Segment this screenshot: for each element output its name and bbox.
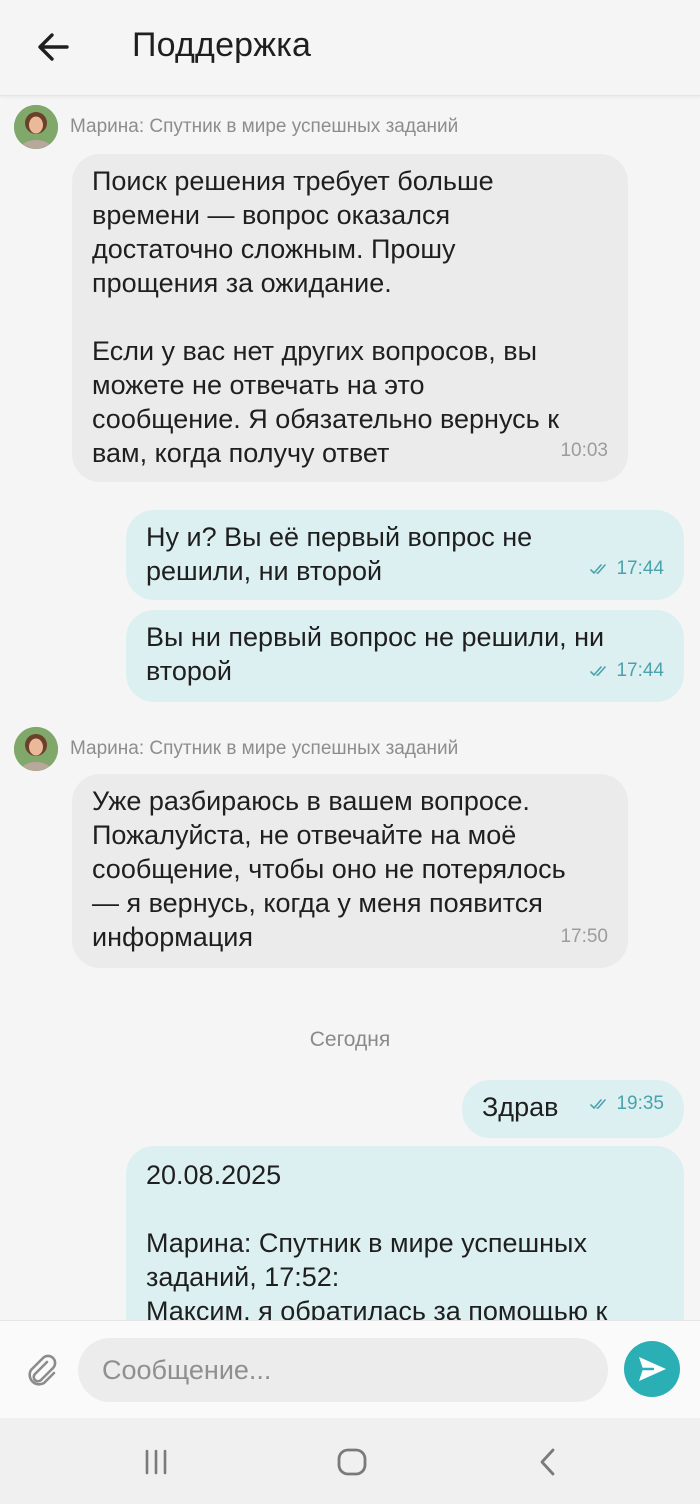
system-nav-bar (0, 1418, 700, 1504)
message-text: 20.08.2025 Марина: Спутник в мире успешн… (146, 1160, 608, 1320)
message-meta: 10:03 (560, 434, 608, 468)
message-meta: 19:35 (590, 1087, 664, 1121)
double-check-icon (590, 1099, 607, 1110)
send-icon (639, 1357, 666, 1381)
send-button[interactable] (624, 1341, 680, 1397)
avatar[interactable] (14, 105, 58, 149)
message-time: 10:03 (560, 440, 608, 461)
message-time: 17:44 (616, 558, 664, 579)
message-text: Поиск решения требует больше времени — в… (92, 166, 560, 468)
back-nav-icon (540, 1448, 555, 1476)
message-input[interactable] (78, 1338, 608, 1402)
sender-name: Марина: Спутник в мире успешных заданий (70, 738, 459, 759)
attach-button[interactable] (20, 1349, 62, 1391)
double-check-icon (590, 564, 607, 575)
recent-apps-button[interactable] (136, 1442, 176, 1482)
sender-name: Марина: Спутник в мире успешных заданий (70, 116, 459, 137)
message-meta: 17:44 (590, 552, 664, 586)
message-time: 19:35 (616, 1093, 664, 1114)
message-text: Уже разбираюсь в вашем вопросе. Пожалуйс… (92, 786, 566, 952)
home-icon (337, 1448, 367, 1476)
app-header: Поддержка (0, 0, 700, 96)
chat-screen: Поддержка Марина: Спутник в мире успешны… (0, 0, 700, 1504)
message-text: Вы ни первый вопрос не решили, ни второй (146, 622, 605, 686)
message-meta: 17:44 (590, 654, 664, 688)
double-check-icon (590, 666, 607, 677)
arrow-left-icon (38, 33, 69, 61)
recent-apps-icon (145, 1449, 167, 1475)
outgoing-message[interactable]: Здрав 19:35 (462, 1080, 684, 1138)
message-text: Ну и? Вы её первый вопрос не решили, ни … (146, 522, 533, 586)
avatar[interactable] (14, 727, 58, 771)
paperclip-icon (28, 1354, 57, 1386)
sender-row: Марина: Спутник в мире успешных заданий (14, 104, 458, 150)
outgoing-message[interactable]: 20.08.2025 Марина: Спутник в мире успешн… (126, 1146, 684, 1320)
date-separator: Сегодня (309, 1028, 391, 1051)
sender-row: Марина: Спутник в мире успешных заданий (14, 726, 458, 772)
message-time: 17:50 (560, 926, 608, 947)
back-button[interactable] (28, 22, 78, 72)
page-title: Поддержка (132, 26, 312, 64)
home-button[interactable] (332, 1442, 372, 1482)
outgoing-message[interactable]: Ну и? Вы её первый вопрос не решили, ни … (126, 510, 684, 600)
back-nav-button[interactable] (528, 1442, 568, 1482)
message-time: 17:44 (616, 660, 664, 681)
incoming-message[interactable]: Уже разбираюсь в вашем вопросе. Пожалуйс… (72, 774, 628, 968)
message-feed[interactable]: Марина: Спутник в мире успешных заданий … (0, 96, 700, 1320)
message-meta: 17:50 (560, 920, 608, 954)
outgoing-message[interactable]: Вы ни первый вопрос не решили, ни второй… (126, 610, 684, 702)
incoming-message[interactable]: Поиск решения требует больше времени — в… (72, 154, 628, 482)
message-composer (0, 1320, 700, 1418)
